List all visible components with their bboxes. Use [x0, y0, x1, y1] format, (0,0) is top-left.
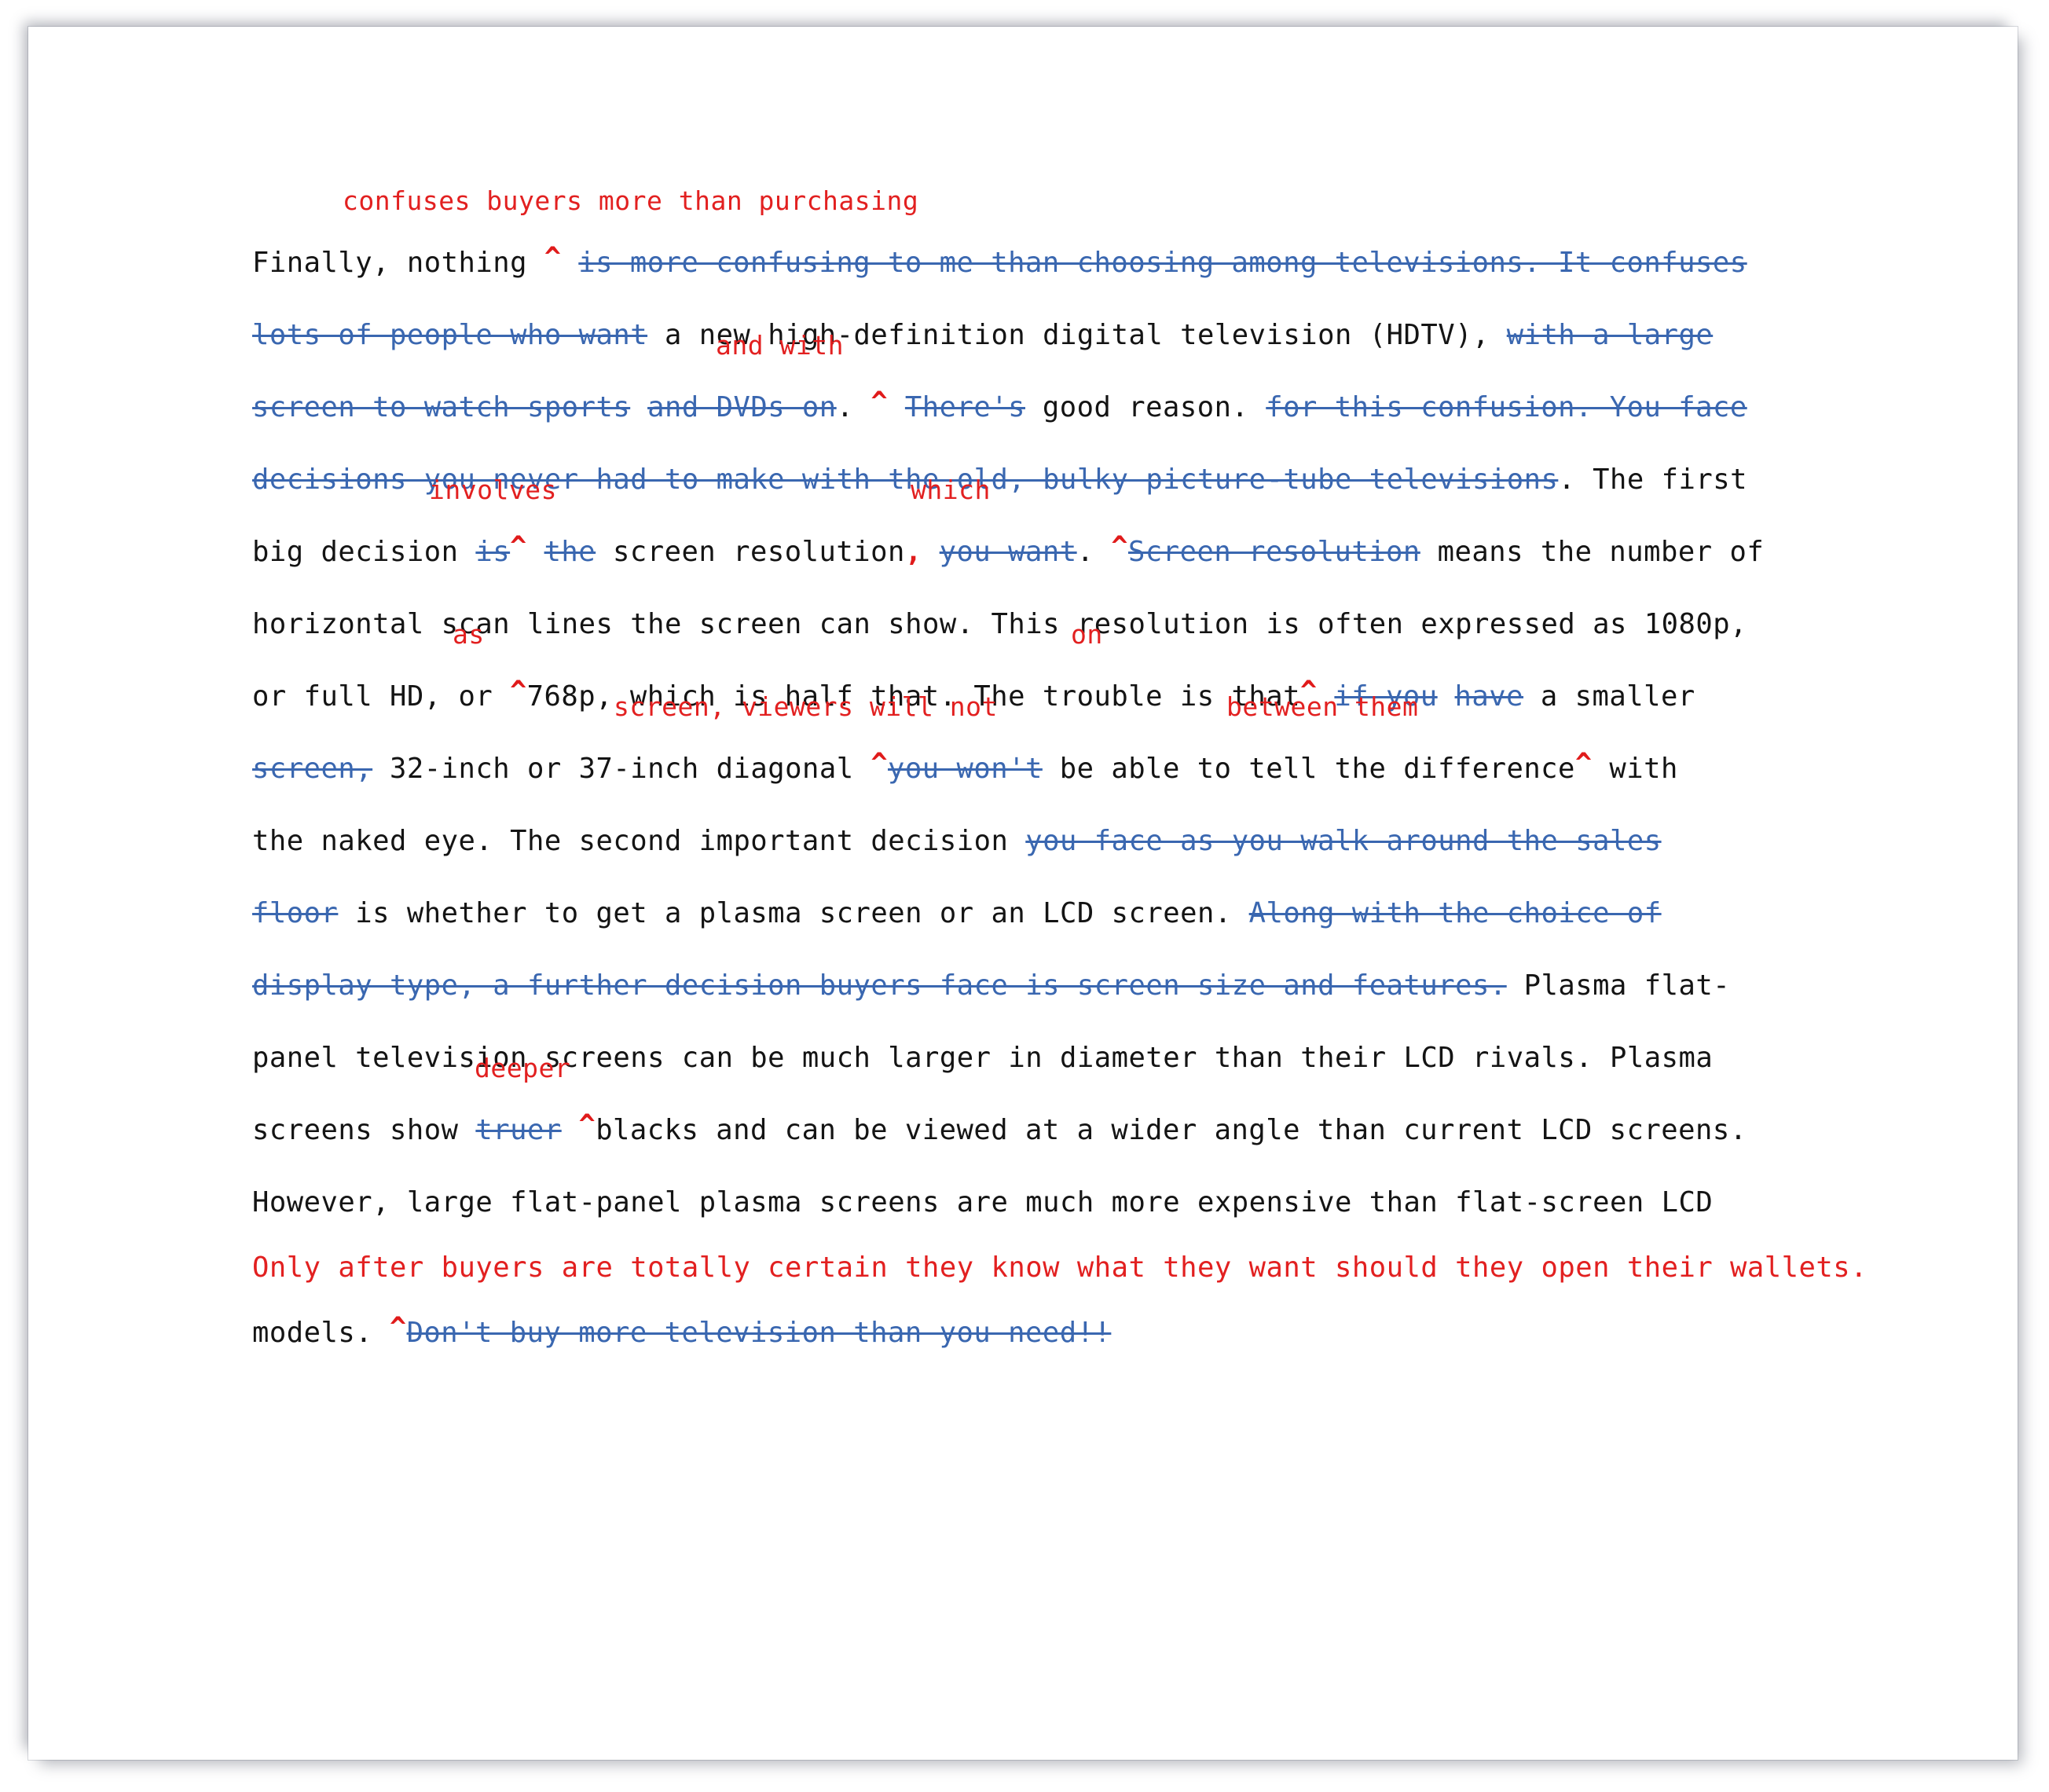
deleted-text-run: screen, — [252, 753, 373, 785]
body-text-run — [562, 1114, 579, 1146]
body-text-run — [630, 391, 647, 423]
manuscript-line: lots of people who want a new high-defin… — [252, 299, 1808, 372]
deleted-text-run: Screen resolution — [1127, 536, 1420, 568]
body-text-run: means the number of — [1420, 536, 1765, 568]
insertion-caret-icon: ^ — [871, 748, 889, 779]
manuscript-line: models. ^Don't buy more television than … — [252, 1297, 1808, 1369]
insertion-caret-icon: ^ — [871, 387, 889, 418]
body-text-run: good reason. — [1025, 391, 1266, 423]
manuscript-line: However, large flat-panel plasma screens… — [252, 1167, 1808, 1239]
interlinear-insertion: confuses buyers more than purchasing — [343, 185, 919, 216]
insertion-caret-icon: ^ — [389, 1312, 407, 1343]
inserted-sentence-line: Only after buyers are totally certain th… — [252, 1239, 1868, 1297]
insertion-caret-icon: ^ — [578, 1109, 596, 1141]
deleted-text-run: the — [544, 536, 596, 568]
body-text-run — [561, 247, 578, 279]
interlinear-insertion: screen, viewers will not — [614, 691, 998, 722]
insertion-caret-icon: ^ — [1574, 748, 1593, 779]
insertion-caret-icon: ^ — [510, 531, 527, 563]
manuscript-line: display type, a further decision buyers … — [252, 950, 1808, 1022]
deleted-text-run: lots of people who want — [252, 319, 648, 351]
deleted-text-run: floor — [252, 897, 339, 929]
insertion-caret-icon: ^ — [544, 242, 562, 273]
body-text-run: with — [1592, 753, 1678, 785]
deleted-text-run: with a large — [1506, 319, 1714, 351]
manuscript-line: confuses buyers more than purchasing Fina… — [252, 188, 1808, 299]
deleted-text-run: There's — [904, 391, 1026, 423]
interlinear-insertion: deeper — [475, 1053, 571, 1083]
body-text-run: the naked eye. The second important deci… — [252, 825, 1026, 857]
inserted-sentence-text: Only after buyers are totally certain th… — [252, 1251, 1868, 1284]
body-text-run: Finally, nothing — [252, 247, 544, 279]
body-text-run: models. — [252, 1317, 390, 1349]
body-text-run — [1438, 680, 1455, 713]
interlinear-insertion: as — [453, 619, 485, 650]
deleted-text-run: and DVDs on — [647, 391, 837, 423]
body-text-run: . — [1076, 536, 1112, 568]
manuscript-line: screen, viewers will not between them scre… — [252, 694, 1808, 805]
interlinear-insertion: which — [911, 475, 991, 505]
body-text-run: screens show — [252, 1114, 476, 1146]
interlinear-insertion: involves — [429, 475, 557, 505]
body-text-run — [527, 536, 544, 568]
inserted-comma: , — [904, 536, 922, 568]
deleted-text-run: display type, a further decision buyers … — [252, 969, 1507, 1002]
manuscript-line: the naked eye. The second important deci… — [252, 805, 1808, 878]
body-text-run: big decision — [252, 536, 476, 568]
deleted-text-run: Don't buy more television than you need!… — [406, 1317, 1112, 1349]
body-text-run: panel television screens can be much lar… — [252, 1042, 1714, 1074]
manuscript-line: horizontal scan lines the screen can sho… — [252, 588, 1808, 661]
deleted-text-run: Along with the choice of — [1248, 897, 1662, 929]
body-text-run: . The first — [1558, 464, 1747, 496]
manuscript-text-body: confuses buyers more than purchasing Fina… — [252, 188, 1868, 1369]
body-text-run: screen resolution — [596, 536, 905, 568]
body-text-run — [1490, 319, 1507, 351]
deleted-text-run: for this confusion. You face — [1266, 391, 1747, 423]
interlinear-insertion: on — [1071, 619, 1103, 650]
manuscript-line: as on or full HD, or ^768p, which is half … — [252, 621, 1808, 733]
manuscript-line: deeper screens show truer ^blacks and can… — [252, 1055, 1808, 1167]
body-text-run: . — [836, 391, 871, 423]
document-page: confuses buyers more than purchasing Fina… — [28, 27, 2018, 1760]
body-text-run: be able to tell the difference — [1042, 753, 1575, 785]
insertion-caret-icon: ^ — [510, 676, 527, 707]
body-text-run: or full HD, or — [252, 680, 511, 713]
manuscript-line: and with screen to watch sports and DVDs … — [252, 332, 1808, 444]
deleted-text-run: you want — [939, 536, 1077, 568]
deleted-text-run: you face as you walk around the sales — [1025, 825, 1662, 857]
body-text-run — [888, 391, 905, 423]
deleted-text-run: is more confusing to me than choosing am… — [578, 247, 1747, 279]
insertion-caret-icon: ^ — [1111, 531, 1128, 563]
interlinear-insertion: and with — [716, 330, 844, 361]
deleted-text-run: you won't — [888, 753, 1043, 785]
deleted-text-run: screen to watch sports — [252, 391, 631, 423]
body-text-run: is whether to get a plasma screen or an … — [338, 897, 1249, 929]
manuscript-line: floor is whether to get a plasma screen … — [252, 878, 1808, 950]
body-text-run: Plasma flat- — [1506, 969, 1731, 1002]
deleted-text-run: truer — [475, 1114, 562, 1146]
interlinear-insertion: between them — [1226, 691, 1419, 722]
body-text-run: 32-inch or 37-inch diagonal — [372, 753, 871, 785]
manuscript-line: involves which big decision is^ the screen… — [252, 477, 1808, 588]
deleted-text-run: have — [1454, 680, 1524, 713]
body-text-run: blacks and can be viewed at a wider angl… — [596, 1114, 1747, 1146]
deleted-text-run: is — [475, 536, 511, 568]
body-text-run: a smaller — [1523, 680, 1695, 713]
body-text-run: However, large flat-panel plasma screens… — [252, 1186, 1714, 1218]
body-text-run — [922, 536, 940, 568]
